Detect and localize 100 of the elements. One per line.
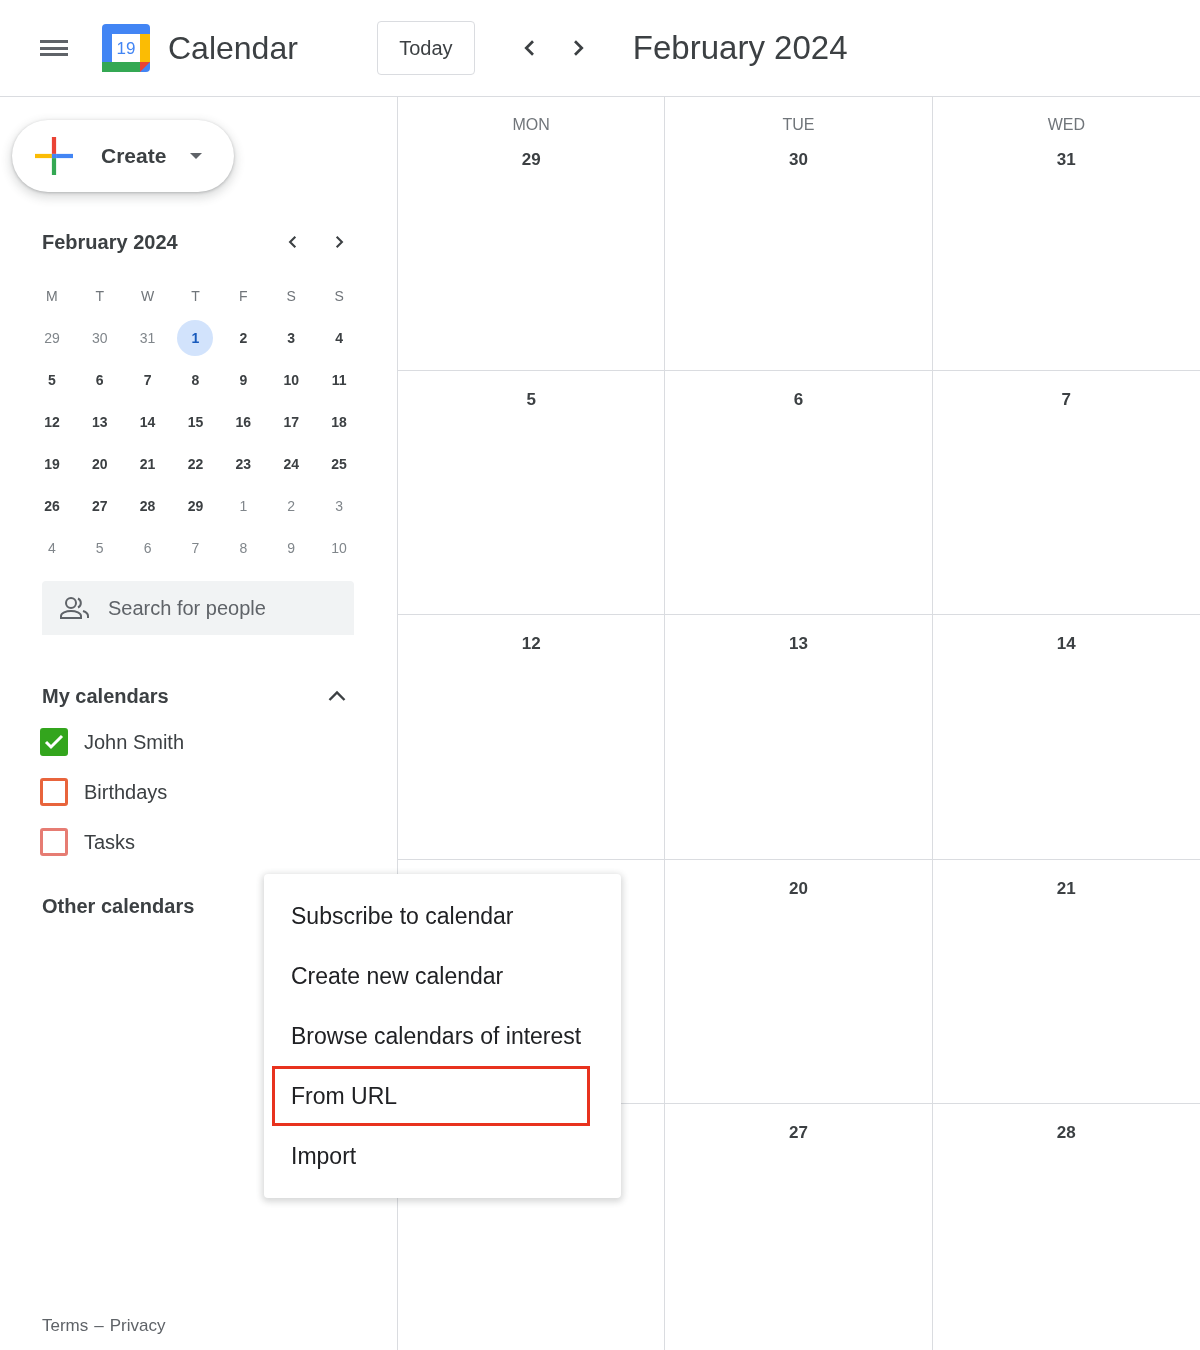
- section-title: My calendars: [42, 684, 170, 709]
- mini-calendar-day[interactable]: 7: [177, 530, 214, 566]
- day-number: 31: [1056, 149, 1076, 171]
- day-cell[interactable]: 28: [932, 1104, 1200, 1350]
- check-icon: [44, 734, 64, 750]
- day-cell[interactable]: MON 29: [398, 97, 666, 371]
- day-cell[interactable]: 13: [665, 615, 933, 860]
- menu-item[interactable]: Import: [272, 1126, 590, 1186]
- day-cell[interactable]: 21: [932, 860, 1200, 1104]
- weekday-header: MON: [512, 115, 550, 135]
- mini-calendar-day[interactable]: 6: [81, 362, 118, 398]
- terms-link[interactable]: Terms: [42, 1312, 89, 1338]
- day-number: 27: [789, 1122, 808, 1144]
- create-button[interactable]: Create: [12, 120, 234, 192]
- mini-calendar-day[interactable]: 2: [225, 320, 262, 356]
- calendar-logo: [102, 24, 150, 72]
- mini-calendar-day[interactable]: 18: [321, 404, 358, 440]
- mini-calendar-day[interactable]: 5: [81, 530, 118, 566]
- mini-calendar-day[interactable]: 10: [321, 530, 358, 566]
- mini-calendar-day[interactable]: 24: [273, 446, 310, 482]
- people-icon: [60, 596, 90, 620]
- mini-calendar-day[interactable]: 4: [321, 320, 358, 356]
- calendar-checkbox[interactable]: [40, 828, 68, 856]
- mini-calendar-day[interactable]: 9: [225, 362, 262, 398]
- day-number: 7: [1061, 389, 1072, 411]
- mini-calendar-day[interactable]: 27: [81, 488, 118, 524]
- menu-item[interactable]: Browse calendars of interest: [272, 1006, 590, 1066]
- mini-calendar-day[interactable]: 26: [33, 488, 70, 524]
- mini-calendar-day[interactable]: 15: [177, 404, 214, 440]
- mini-calendar-day[interactable]: 29: [177, 488, 214, 524]
- day-cell[interactable]: WED 31: [932, 97, 1200, 371]
- day-number: 13: [789, 633, 808, 655]
- calendar-name: Birthdays: [84, 780, 168, 805]
- mini-calendar-day[interactable]: 31: [129, 320, 166, 356]
- weekday-label: M: [45, 286, 59, 306]
- mini-calendar-day[interactable]: 14: [129, 404, 166, 440]
- weekday-label: T: [94, 286, 106, 306]
- caret-icon: [190, 153, 203, 159]
- mini-calendar-day[interactable]: 12: [33, 404, 70, 440]
- calendar-checkbox[interactable]: [40, 778, 68, 806]
- day-cell[interactable]: 5: [398, 371, 666, 615]
- mini-calendar-day[interactable]: 8: [225, 530, 262, 566]
- mini-calendar-day[interactable]: 11: [321, 362, 358, 398]
- weekday-header: WED: [1047, 115, 1085, 135]
- day-cell[interactable]: TUE 30: [665, 97, 933, 371]
- mini-calendar-day[interactable]: 25: [321, 446, 358, 482]
- weekday-label: S: [333, 286, 345, 306]
- mini-calendar-day[interactable]: 7: [129, 362, 166, 398]
- mini-calendar-day[interactable]: 17: [273, 404, 310, 440]
- menu-item[interactable]: From URL: [272, 1066, 590, 1126]
- mini-calendar-title: February 2024: [42, 230, 179, 255]
- day-number: 28: [1056, 1122, 1076, 1144]
- day-cell[interactable]: 12: [398, 615, 666, 860]
- plus-icon: [35, 137, 73, 175]
- mini-calendar-day[interactable]: 8: [177, 362, 214, 398]
- mini-calendar-day[interactable]: 1: [225, 488, 262, 524]
- weekday-label: S: [285, 286, 297, 306]
- day-cell[interactable]: 14: [932, 615, 1200, 860]
- weekday-label: F: [238, 286, 249, 306]
- mini-calendar-day[interactable]: 10: [273, 362, 310, 398]
- people-search-field[interactable]: Search for people: [42, 581, 354, 635]
- mini-calendar-day[interactable]: 16: [225, 404, 262, 440]
- mini-calendar-day[interactable]: 23: [225, 446, 262, 482]
- weekday-label: W: [140, 286, 156, 306]
- mini-calendar-day[interactable]: 3: [321, 488, 358, 524]
- privacy-link[interactable]: Privacy: [109, 1312, 166, 1338]
- menu-item[interactable]: Create new calendar: [272, 946, 590, 1006]
- menu-button[interactable]: [40, 38, 68, 58]
- day-number: 5: [526, 389, 536, 411]
- day-cell[interactable]: 27: [665, 1104, 933, 1350]
- mini-calendar-day[interactable]: 22: [177, 446, 214, 482]
- collapse-icon[interactable]: [328, 690, 346, 702]
- mini-calendar-day[interactable]: 3: [273, 320, 310, 356]
- menu-item[interactable]: Subscribe to calendar: [272, 886, 590, 946]
- day-cell[interactable]: 6: [665, 371, 933, 615]
- mini-calendar-day[interactable]: 6: [129, 530, 166, 566]
- mini-calendar-day[interactable]: 1: [177, 320, 214, 356]
- day-number: 12: [521, 633, 541, 655]
- mini-calendar-day[interactable]: 2: [273, 488, 310, 524]
- mini-calendar-day[interactable]: 5: [33, 362, 70, 398]
- today-button[interactable]: Today: [376, 21, 475, 75]
- mini-calendar-day[interactable]: 9: [273, 530, 310, 566]
- calendar-checkbox[interactable]: [40, 728, 68, 756]
- mini-calendar-day[interactable]: 29: [33, 320, 70, 356]
- section-title: Other calendars: [42, 894, 195, 919]
- day-cell[interactable]: 20: [665, 860, 933, 1104]
- day-number: 30: [789, 149, 808, 171]
- weekday-label: T: [190, 286, 201, 306]
- mini-calendar-day[interactable]: 30: [81, 320, 118, 356]
- day-cell[interactable]: 7: [932, 371, 1200, 615]
- mini-calendar-day[interactable]: 21: [129, 446, 166, 482]
- day-number: 20: [789, 878, 808, 900]
- mini-calendar-day[interactable]: 19: [33, 446, 70, 482]
- mini-calendar-day[interactable]: 13: [81, 404, 118, 440]
- mini-calendar-day[interactable]: 20: [81, 446, 118, 482]
- day-number: 21: [1056, 878, 1076, 900]
- mini-calendar-day[interactable]: 4: [33, 530, 70, 566]
- logo-day: 19: [116, 39, 136, 57]
- mini-calendar-day[interactable]: 28: [129, 488, 166, 524]
- calendar-name: Tasks: [84, 830, 136, 855]
